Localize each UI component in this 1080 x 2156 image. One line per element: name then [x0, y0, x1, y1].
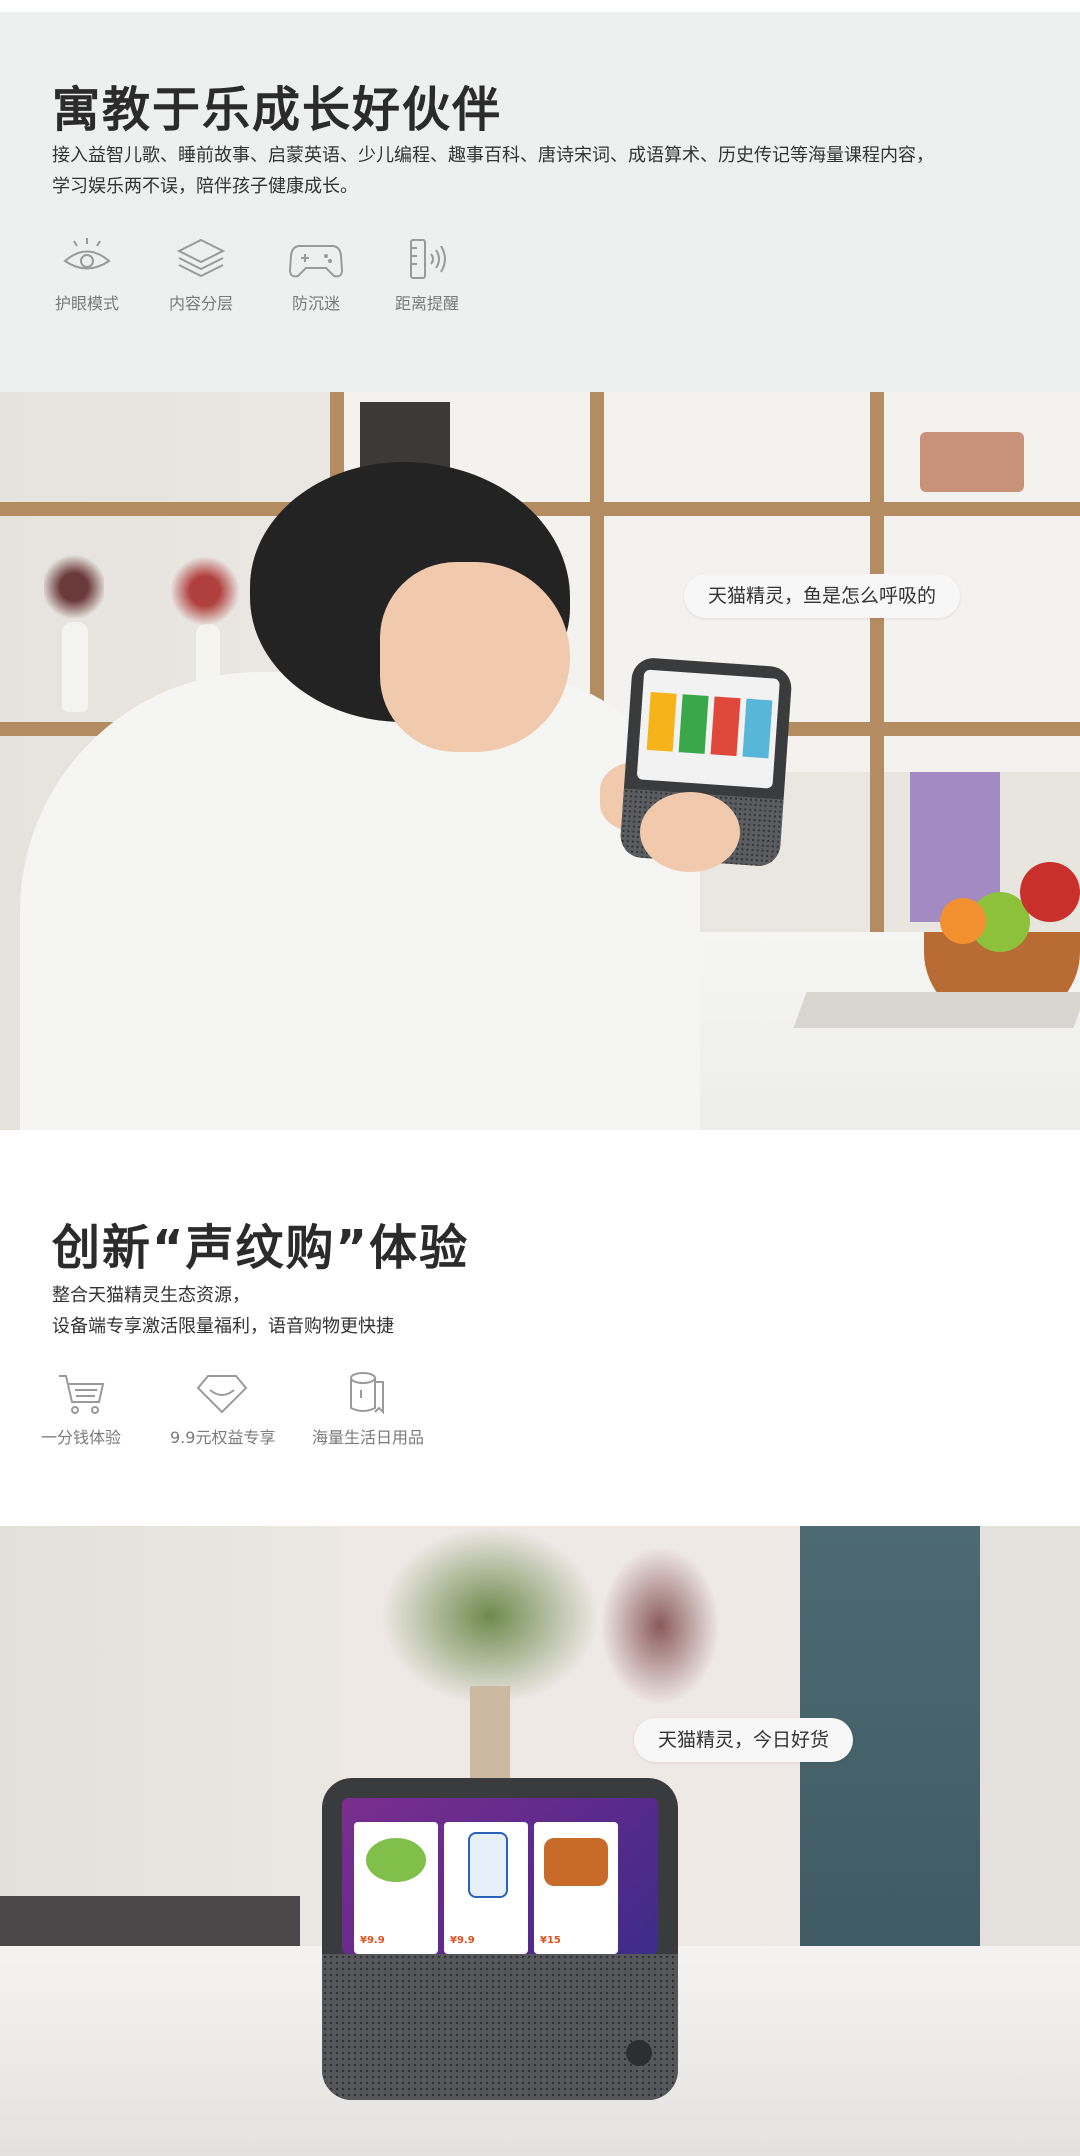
feature-anti-addiction: 防沉迷 [286, 234, 346, 314]
flowers [170, 556, 240, 626]
child-hand [640, 792, 740, 872]
education-description: 接入益智儿歌、睡前故事、启蒙英语、少儿编程、趣事百科、唐诗宋词、成语算术、历史传… [52, 140, 1012, 202]
feature-one-cent-trial: 一分钱体验 [40, 1368, 122, 1448]
child-face [380, 562, 570, 752]
feature-rights-package: 9.9元权益专享 [170, 1368, 276, 1448]
education-title: 寓教于乐成长好伙伴 [52, 82, 503, 138]
speaker-grill [322, 1954, 678, 2100]
apple [1020, 862, 1080, 922]
content-card [678, 694, 709, 754]
top-strip [0, 0, 1080, 12]
shelf-board [0, 502, 1080, 516]
device-screen: ¥9.9 ¥9.9 ¥15 [342, 1798, 658, 1954]
dried-flowers [600, 1546, 720, 1706]
wall-left [0, 1526, 340, 1946]
device-screen [636, 669, 780, 789]
product-price: ¥9.9 [450, 1935, 475, 1946]
magazines [793, 992, 1080, 1028]
voice-shopping-title: 创新“声纹购”体验 [52, 1220, 470, 1276]
child-hoodie [20, 672, 700, 1130]
voice-shopping-description-line: 设备端专享激活限量福利，语音购物更快捷 [52, 1316, 394, 1337]
smart-display-device: ¥9.9 ¥9.9 ¥15 [322, 1778, 678, 2100]
product-image [544, 1838, 608, 1886]
orange [940, 898, 986, 944]
product-card: ¥9.9 [444, 1822, 528, 1954]
voice-shopping-description: 整合天猫精灵生态资源， 设备端专享激活限量福利，语音购物更快捷 [52, 1280, 394, 1342]
feature-label: 内容分层 [168, 294, 233, 313]
voice-query-bubble: 天猫精灵，今日好货 [634, 1718, 854, 1762]
diamond-icon [196, 1375, 248, 1414]
voice-shopping-section: 创新“声纹购”体验 整合天猫精灵生态资源， 设备端专享激活限量福利，语音购物更快… [0, 1130, 1080, 1526]
plant-leaves [380, 1526, 600, 1706]
product-price: ¥9.9 [360, 1935, 385, 1946]
shelf-post [870, 392, 884, 952]
content-card [710, 696, 741, 757]
feature-eye-care: 护眼模式 [52, 234, 122, 314]
device-button [626, 2040, 652, 2066]
feature-label: 护眼模式 [54, 294, 119, 313]
feature-label: 一分钱体验 [40, 1428, 121, 1447]
product-price: ¥15 [540, 1935, 561, 1946]
product-card: ¥15 [534, 1822, 618, 1954]
child-with-device-photo: 天猫精灵，鱼是怎么呼吸的 [0, 392, 1080, 1130]
eye-icon [63, 238, 111, 270]
product-image [366, 1838, 426, 1882]
feature-label: 9.9元权益专享 [170, 1428, 276, 1447]
vase [62, 622, 88, 712]
feature-label: 距离提醒 [394, 294, 459, 313]
product-page: 寓教于乐成长好伙伴 接入益智儿歌、睡前故事、启蒙英语、少儿编程、趣事百科、唐诗宋… [0, 0, 1080, 2156]
device-on-table-photo: ¥9.9 ¥9.9 ¥15 天猫精灵，今日好货 [0, 1526, 1080, 2156]
content-card [646, 691, 677, 752]
decor-box [920, 432, 1024, 492]
product-image [468, 1832, 508, 1898]
feature-label: 海量生活日用品 [312, 1428, 425, 1447]
flowers [44, 552, 104, 622]
wall-right [980, 1526, 1080, 1966]
education-description-line: 接入益智儿歌、睡前故事、启蒙英语、少儿编程、趣事百科、唐诗宋词、成语算术、历史传… [52, 145, 934, 166]
feature-distance-alert: 距离提醒 [392, 234, 462, 314]
cart-icon [59, 1375, 105, 1414]
screen-tab-bar [342, 1798, 658, 1816]
education-description-line: 学习娱乐两不误，陪伴孩子健康成长。 [52, 176, 358, 197]
education-section: 寓教于乐成长好伙伴 接入益智儿歌、睡前故事、启蒙英语、少儿编程、趣事百科、唐诗宋… [0, 12, 1080, 392]
layers-icon [176, 238, 226, 278]
feature-daily-goods: 海量生活日用品 [312, 1368, 425, 1448]
content-card [742, 698, 773, 759]
feature-content-layers: 内容分层 [166, 234, 236, 314]
tissue-roll-icon [350, 1372, 384, 1415]
gamepad-icon [288, 245, 344, 278]
voice-shopping-description-line: 整合天猫精灵生态资源， [52, 1285, 250, 1306]
distance-sensor-icon [410, 239, 446, 279]
product-card: ¥9.9 [354, 1822, 438, 1954]
voice-query-bubble: 天猫精灵，鱼是怎么呼吸的 [684, 574, 961, 618]
feature-label: 防沉迷 [291, 294, 340, 313]
